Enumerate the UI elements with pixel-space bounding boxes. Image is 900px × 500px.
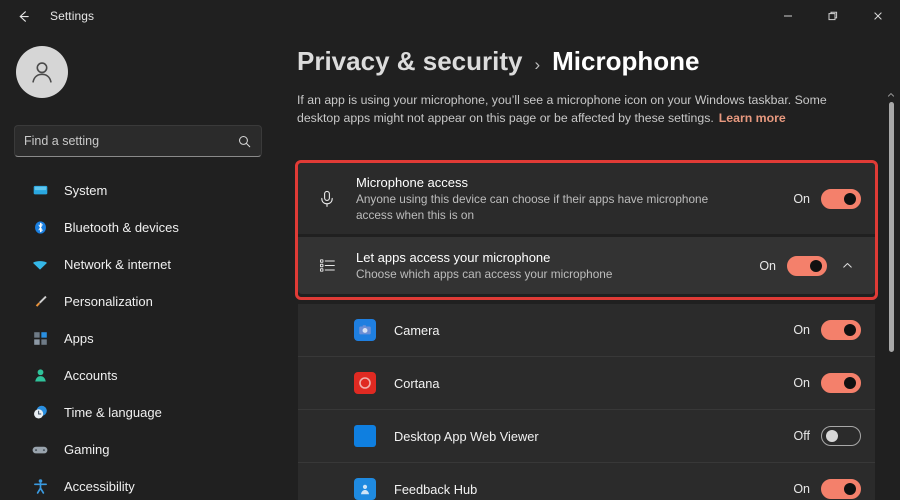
chevron-up-icon[interactable] [833,252,861,280]
let-apps-access-subtitle: Choose which apps can access your microp… [356,267,716,283]
sidebar: Find a setting System [0,32,290,500]
close-icon [872,10,884,22]
page-description: If an app is using your microphone, you’… [297,92,859,127]
microphone-access-row[interactable]: Microphone access Anyone using this devi… [298,163,875,234]
sidebar-item-label: Bluetooth & devices [64,220,179,235]
app-row-cortana[interactable]: Cortana On [298,357,875,410]
breadcrumb-parent[interactable]: Privacy & security [297,46,522,77]
scrollbar-thumb[interactable] [889,102,894,352]
sidebar-item-time-language[interactable]: Time & language [8,394,282,431]
let-apps-access-row[interactable]: Let apps access your microphone Choose w… [298,237,875,294]
feedback-hub-app-icon [354,478,376,500]
sidebar-nav: System Bluetooth & devices Network [0,172,290,500]
let-apps-access-title: Let apps access your microphone [356,249,749,266]
close-button[interactable] [855,0,900,32]
minimize-button[interactable] [765,0,810,32]
app-name: Feedback Hub [394,482,793,497]
search-icon [237,134,252,149]
web-viewer-app-icon [354,425,376,447]
app-state: On [793,323,810,337]
app-state: On [793,376,810,390]
app-permission-list: Camera On Cortana On Desktop App Web Vie… [298,304,875,500]
sidebar-item-network-internet[interactable]: Network & internet [8,246,282,283]
sidebar-item-personalization[interactable]: Personalization [8,283,282,320]
microphone-icon [316,188,338,210]
apps-grid-icon [30,329,50,349]
app-toggle-camera[interactable] [821,320,861,340]
app-toggle-desktop-app-web-viewer[interactable] [821,426,861,446]
sidebar-item-label: Time & language [64,405,162,420]
cortana-app-icon [354,372,376,394]
search-input[interactable]: Find a setting [14,125,262,157]
title-bar: Settings [0,0,900,32]
maximize-icon [827,10,839,22]
let-apps-access-control: On [759,252,861,280]
sidebar-item-gaming[interactable]: Gaming [8,431,282,468]
microphone-access-title: Microphone access [356,174,783,191]
avatar[interactable] [16,46,68,98]
sidebar-item-label: Gaming [64,442,110,457]
sidebar-item-accounts[interactable]: Accounts [8,357,282,394]
app-row-desktop-app-web-viewer[interactable]: Desktop App Web Viewer Off [298,410,875,463]
app-row-camera[interactable]: Camera On [298,304,875,357]
learn-more-link[interactable]: Learn more [719,111,786,125]
page-title: Microphone [552,46,699,77]
microphone-access-subtitle: Anyone using this device can choose if t… [356,192,716,223]
search-placeholder: Find a setting [24,134,237,148]
microphone-access-toggle[interactable] [821,189,861,209]
content-scrollbar[interactable] [886,90,896,500]
app-name: Camera [394,323,793,338]
chevron-right-icon: › [534,55,540,75]
user-avatar-icon [27,57,57,87]
app-state: On [793,482,810,496]
back-button[interactable] [6,2,40,30]
back-arrow-icon [16,9,31,24]
let-apps-access-toggle[interactable] [787,256,827,276]
microphone-access-state: On [793,192,810,206]
app-title: Settings [50,9,94,23]
maximize-button[interactable] [810,0,855,32]
sidebar-item-label: Personalization [64,294,153,309]
settings-card-stack: Microphone access Anyone using this devi… [298,163,875,294]
settings-window: Settings [0,0,900,500]
app-state: Off [794,429,810,443]
app-name: Desktop App Web Viewer [394,429,794,444]
bulleted-list-icon [316,255,338,277]
breadcrumb: Privacy & security › Microphone [297,46,882,77]
microphone-access-control: On [793,189,861,209]
sidebar-item-system[interactable]: System [8,172,282,209]
sidebar-item-accessibility[interactable]: Accessibility [8,468,282,500]
app-row-feedback-hub[interactable]: Feedback Hub On [298,463,875,500]
window-controls [765,0,900,32]
content-pane: Privacy & security › Microphone If an ap… [290,32,900,500]
sidebar-item-label: Accounts [64,368,117,383]
page-header: Privacy & security › Microphone If an ap… [297,46,882,127]
sidebar-item-bluetooth-devices[interactable]: Bluetooth & devices [8,209,282,246]
sidebar-item-label: System [64,183,107,198]
wifi-icon [30,255,50,275]
bluetooth-icon [30,218,50,238]
microphone-access-text: Microphone access Anyone using this devi… [356,174,783,223]
sidebar-item-apps[interactable]: Apps [8,320,282,357]
let-apps-access-state: On [759,259,776,273]
app-name: Cortana [394,376,793,391]
sidebar-item-label: Network & internet [64,257,171,272]
account-person-icon [30,366,50,386]
clock-icon [30,403,50,423]
accessibility-person-icon [30,477,50,497]
app-toggle-feedback-hub[interactable] [821,479,861,499]
paintbrush-icon [30,292,50,312]
gamepad-icon [30,440,50,460]
sidebar-item-label: Accessibility [64,479,135,494]
camera-app-icon [354,319,376,341]
app-toggle-cortana[interactable] [821,373,861,393]
let-apps-access-text: Let apps access your microphone Choose w… [356,249,749,283]
minimize-icon [782,10,794,22]
scroll-up-arrow-icon[interactable] [886,90,896,100]
sidebar-item-label: Apps [64,331,94,346]
system-monitor-icon [30,181,50,201]
